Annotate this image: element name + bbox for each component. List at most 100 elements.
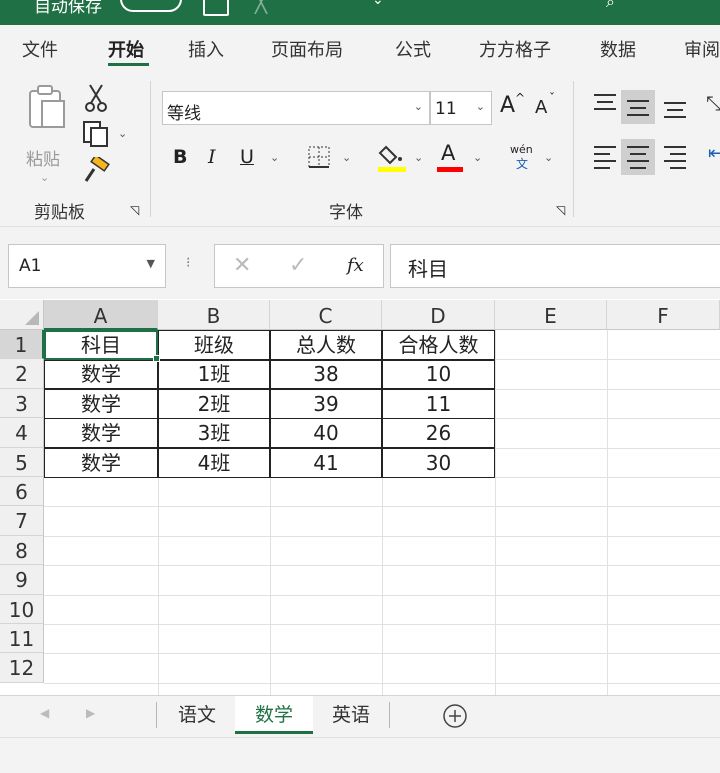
column-header[interactable]: C — [270, 300, 382, 330]
autosave-toggle[interactable] — [120, 0, 182, 12]
clipboard-launcher-icon[interactable]: ◹ — [130, 203, 139, 217]
cell-C3[interactable]: 39 — [270, 390, 382, 419]
undo-icon[interactable]: ╳ — [255, 0, 267, 14]
enter-icon[interactable]: ✓ — [289, 253, 307, 278]
cell-C4[interactable]: 40 — [270, 419, 382, 448]
column-header[interactable]: B — [158, 300, 270, 330]
more-options-icon[interactable]: ⁝ — [186, 255, 190, 271]
separator — [573, 81, 574, 217]
select-all-corner[interactable] — [0, 300, 44, 330]
sheet-tab-math[interactable]: 数学 — [235, 696, 313, 734]
add-sheet-icon[interactable] — [442, 703, 468, 729]
tab-file[interactable]: 文件 — [22, 36, 58, 62]
column-header[interactable]: F — [607, 300, 720, 330]
borders-icon[interactable] — [307, 145, 331, 169]
borders-dropdown-icon[interactable]: ⌄ — [342, 151, 351, 164]
indent-icon[interactable]: ⇤ — [708, 143, 720, 164]
save-icon[interactable] — [203, 0, 229, 16]
underline-button[interactable]: U — [240, 146, 254, 168]
font-name-select[interactable]: 等线 ⌄ — [162, 91, 430, 125]
chevron-down-icon[interactable]: ▼ — [147, 257, 155, 270]
cell-D2[interactable]: 10 — [382, 360, 495, 389]
gridline — [495, 330, 496, 695]
name-box[interactable]: A1 ▼ — [8, 244, 166, 288]
align-left-icon[interactable] — [592, 143, 618, 169]
column-header[interactable]: D — [382, 300, 495, 330]
sheet-tab-chinese[interactable]: 语文 — [160, 696, 234, 734]
bold-button[interactable]: B — [173, 146, 187, 168]
copy-icon[interactable] — [82, 120, 110, 148]
cell-D4[interactable]: 26 — [382, 419, 495, 448]
cell-B4[interactable]: 3班 — [158, 419, 270, 448]
cell-B2[interactable]: 1班 — [158, 360, 270, 389]
cell-B5[interactable]: 4班 — [158, 449, 270, 478]
paste-dropdown-icon[interactable]: ⌄ — [40, 171, 49, 184]
tab-insert[interactable]: 插入 — [188, 36, 224, 62]
tab-page-layout[interactable]: 页面布局 — [271, 36, 343, 62]
formula-input[interactable]: 科目 — [390, 244, 720, 288]
cell-D3[interactable]: 11 — [382, 390, 495, 419]
scroll-left-icon[interactable]: ◀ — [40, 706, 49, 720]
row-header[interactable]: 12 — [0, 653, 44, 683]
cell-D1[interactable]: 合格人数 — [382, 331, 495, 360]
decrease-font-icon[interactable]: A — [535, 97, 547, 118]
phonetic-dropdown-icon[interactable]: ⌄ — [544, 151, 553, 164]
align-middle-button[interactable] — [621, 90, 655, 124]
gridline — [44, 535, 720, 537]
font-color-dropdown-icon[interactable]: ⌄ — [473, 151, 482, 164]
quick-access-dropdown-icon[interactable]: ⌄ — [372, 0, 384, 8]
font-color-button[interactable]: A — [441, 141, 455, 165]
align-center-button[interactable] — [621, 139, 655, 175]
fill-color-icon[interactable] — [378, 143, 406, 173]
italic-button[interactable]: I — [208, 146, 216, 168]
align-bottom-icon[interactable] — [662, 95, 688, 121]
column-header[interactable]: A — [44, 300, 158, 330]
underline-dropdown-icon[interactable]: ⌄ — [270, 151, 279, 164]
row-header[interactable]: 7 — [0, 506, 44, 536]
cell-A5[interactable]: 数学 — [44, 449, 158, 478]
font-launcher-icon[interactable]: ◹ — [556, 203, 565, 217]
cell-A2[interactable]: 数学 — [44, 360, 158, 389]
row-header[interactable]: 11 — [0, 624, 44, 654]
orientation-icon[interactable]: ⤡ — [706, 91, 720, 115]
tab-review[interactable]: 审阅 — [684, 36, 720, 62]
row-header[interactable]: 1 — [0, 330, 44, 360]
cell-B1[interactable]: 班级 — [158, 331, 270, 360]
copy-dropdown-icon[interactable]: ⌄ — [118, 127, 127, 140]
cancel-icon[interactable]: ✕ — [233, 253, 251, 278]
sheet-tab-english[interactable]: 英语 — [314, 696, 388, 734]
fill-color-dropdown-icon[interactable]: ⌄ — [414, 151, 423, 164]
search-icon[interactable]: ⌕ — [606, 0, 615, 12]
tab-data[interactable]: 数据 — [600, 36, 636, 62]
cell-B3[interactable]: 2班 — [158, 390, 270, 419]
row-header[interactable]: 9 — [0, 565, 44, 595]
cell-A3[interactable]: 数学 — [44, 390, 158, 419]
font-size-select[interactable]: 11 ⌄ — [430, 91, 492, 125]
tab-fangfangge[interactable]: 方方格子 — [479, 36, 551, 62]
row-header[interactable]: 6 — [0, 477, 44, 507]
format-painter-icon[interactable] — [82, 157, 110, 185]
row-header[interactable]: 2 — [0, 359, 44, 389]
row-header[interactable]: 4 — [0, 418, 44, 448]
row-header[interactable]: 8 — [0, 535, 44, 566]
cell-C2[interactable]: 38 — [270, 360, 382, 389]
row-header[interactable]: 10 — [0, 594, 44, 624]
cell-C5[interactable]: 41 — [270, 449, 382, 478]
tab-formulas[interactable]: 公式 — [395, 36, 431, 62]
insert-function-icon[interactable]: fx — [347, 255, 364, 276]
align-top-icon[interactable] — [592, 91, 618, 117]
cell-A4[interactable]: 数学 — [44, 419, 158, 448]
cell-C1[interactable]: 总人数 — [270, 331, 382, 360]
column-header[interactable]: E — [495, 300, 607, 330]
row-header[interactable]: 3 — [0, 388, 44, 419]
tab-home[interactable]: 开始 — [108, 36, 144, 62]
fill-handle[interactable] — [153, 355, 160, 362]
scroll-right-icon[interactable]: ▶ — [86, 706, 95, 720]
cell-D5[interactable]: 30 — [382, 449, 495, 478]
paste-button[interactable]: 粘贴 ⌄ — [20, 83, 72, 184]
increase-font-icon[interactable]: A — [500, 93, 515, 118]
cut-icon[interactable] — [84, 83, 108, 113]
row-header[interactable]: 5 — [0, 447, 44, 477]
align-right-icon[interactable] — [662, 143, 688, 169]
gridline — [607, 330, 608, 695]
